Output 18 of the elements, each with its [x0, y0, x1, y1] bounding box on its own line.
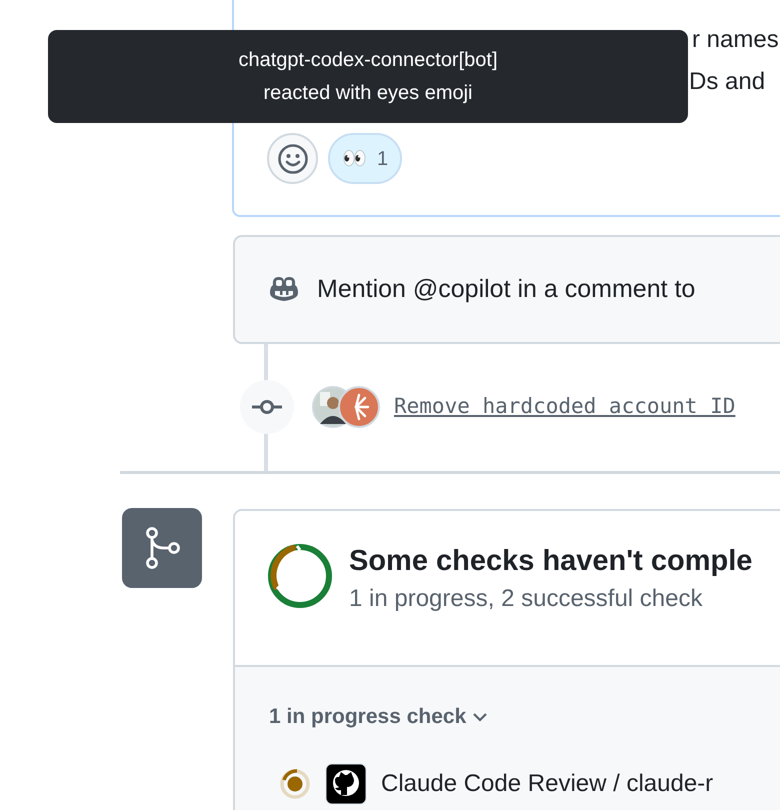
smiley-icon	[276, 142, 308, 174]
checks-title: Some checks haven't comple	[349, 544, 752, 579]
github-logo-icon	[325, 762, 367, 804]
check-name: Claude Code Review / claude-r	[381, 768, 714, 798]
comment-text: r names	[692, 25, 779, 55]
check-group-toggle[interactable]: 1 in progress check	[269, 701, 488, 732]
comment-text: Ds and	[689, 67, 766, 97]
checks-status-icon	[267, 543, 333, 609]
claude-avatar	[338, 386, 380, 428]
add-reaction-button[interactable]	[267, 133, 318, 184]
commit-icon	[251, 400, 283, 414]
chevron-icon	[472, 712, 488, 722]
checks-summary: 1 in progress, 2 successful check	[349, 584, 704, 614]
copilot-hint-text: Mention @copilot in a comment to	[317, 274, 696, 305]
in-progress-icon	[279, 768, 311, 800]
reaction-button[interactable]: 👀 1	[328, 133, 402, 184]
tooltip: chatgpt-codex-connector[bot] reacted with eyes emoji	[48, 30, 688, 123]
commit-link[interactable]: Remove hardcoded account ID	[394, 391, 736, 423]
